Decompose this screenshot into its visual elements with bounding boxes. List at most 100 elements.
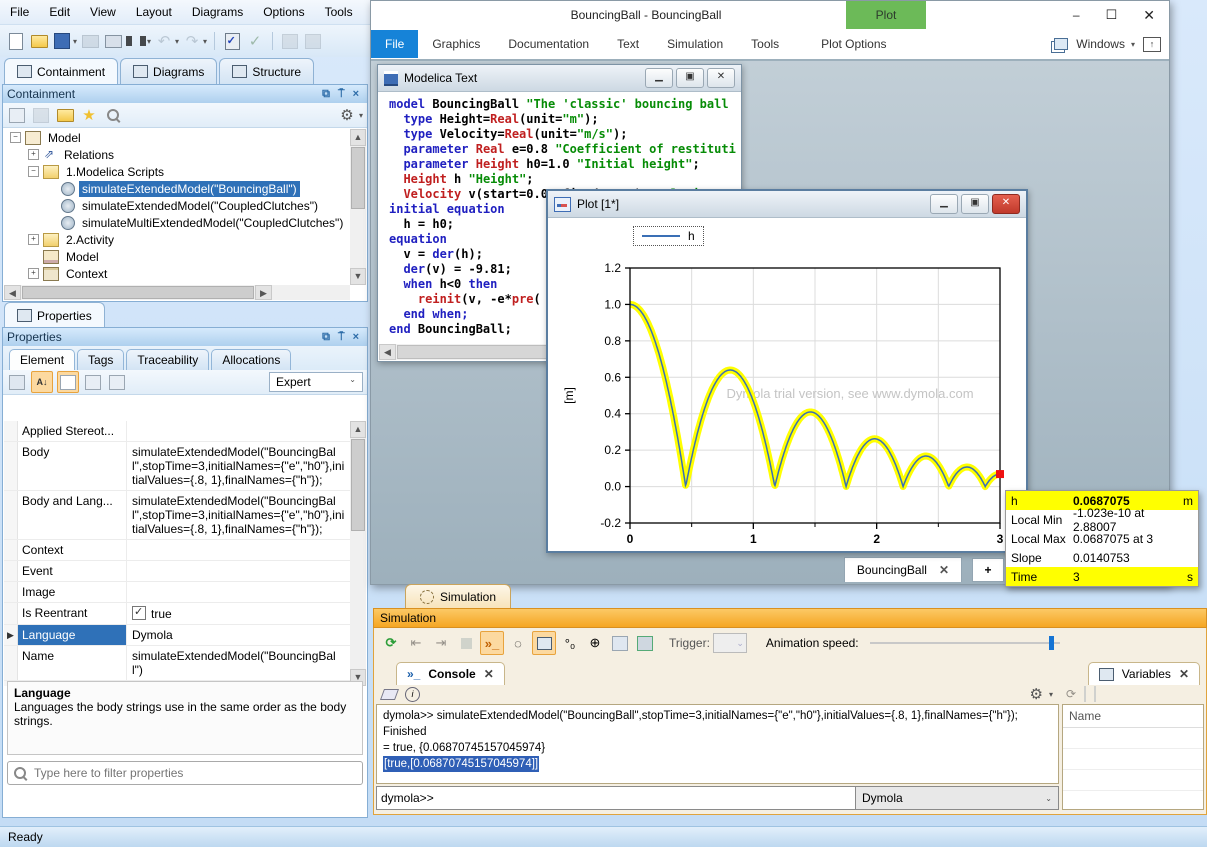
lock-icon[interactable]: ⊕ [584, 632, 606, 654]
plot-contextual-tab[interactable]: Plot [846, 1, 926, 29]
menu-item-options[interactable]: Options [253, 1, 314, 23]
tab-structure[interactable]: Structure [219, 58, 314, 84]
redo-dropdown-icon[interactable]: ▾ [203, 37, 207, 46]
menu-item-tools[interactable]: Tools [315, 1, 363, 23]
tree-item[interactable]: +Relations [4, 146, 350, 163]
mode-select[interactable]: Expert ⌄ [269, 372, 363, 392]
pin-panel-icon[interactable]: ⍑ [334, 88, 349, 101]
child-minimize-button[interactable]: ▁ [645, 68, 673, 88]
ribbon-tab-simulation[interactable]: Simulation [653, 30, 737, 58]
new-plot-tab-button[interactable]: + [972, 558, 1004, 582]
console-toggle-icon[interactable]: »_ [480, 631, 504, 655]
float-panel-icon[interactable]: ⧉ [318, 88, 334, 101]
property-row[interactable]: Context [4, 540, 350, 561]
trigger-select[interactable]: ⌄ [713, 633, 747, 653]
ribbon-tab-file[interactable]: File [371, 30, 418, 58]
tree-item[interactable]: simulateExtendedModel("BouncingBall") [4, 180, 350, 197]
ribbon-tab-plot-options[interactable]: Plot Options [807, 30, 900, 58]
save-dropdown-icon[interactable]: ▾ [73, 37, 77, 46]
menu-item-diagrams[interactable]: Diagrams [182, 1, 253, 23]
open-in-new-tree-icon[interactable] [55, 105, 75, 125]
variables-tree-icon[interactable] [532, 631, 556, 655]
stop-icon[interactable] [455, 632, 477, 654]
language-select[interactable]: Dymola ⌄ [856, 786, 1059, 810]
expand-icon[interactable]: + [28, 234, 39, 245]
property-row[interactable]: Image [4, 582, 350, 603]
subtab-element[interactable]: Element [9, 349, 75, 370]
checkbox-checked-icon[interactable] [132, 606, 146, 620]
plot-svg[interactable]: Dymola trial version, see www.dymola.com… [551, 218, 1019, 546]
filter-properties-input[interactable] [32, 765, 356, 781]
child-restore-button[interactable]: ▣ [676, 68, 704, 88]
property-row[interactable]: ▶LanguageDymola [4, 625, 350, 646]
step-over-icon[interactable]: ⇥ [430, 632, 452, 654]
animation-speed-slider[interactable] [870, 642, 1060, 644]
float-panel-icon[interactable]: ⧉ [318, 331, 334, 344]
tab-properties[interactable]: Properties [4, 302, 105, 328]
settings-gear-icon[interactable]: ◌ [507, 632, 529, 654]
properties-scrollbar[interactable]: ▲ ▼ [350, 421, 366, 686]
info-icon[interactable]: i [405, 687, 420, 702]
pin-panel-icon[interactable]: ⍑ [334, 331, 349, 344]
windows-dropdown-icon[interactable]: ▾ [1131, 40, 1135, 49]
sort-alphabetic-icon[interactable]: A↓ [31, 371, 53, 393]
redo-icon[interactable]: ↷ [182, 31, 202, 51]
tab-console[interactable]: »_ Console ✕ [396, 662, 505, 685]
expand-variables-icon[interactable] [1084, 687, 1086, 701]
run-simulation-icon[interactable]: ⟳ [380, 632, 402, 654]
variables-tab-close-icon[interactable]: ✕ [1179, 667, 1189, 681]
modelica-text-titlebar[interactable]: Modelica Text ▁ ▣ ✕ [378, 65, 741, 92]
plot-close-button[interactable]: ✕ [992, 194, 1020, 214]
tree-item[interactable]: simulateMultiExtendedModel("CoupledClutc… [4, 214, 350, 231]
find-icon[interactable] [126, 31, 146, 51]
find-dropdown-icon[interactable]: ▾ [147, 37, 151, 46]
subtab-allocations[interactable]: Allocations [211, 349, 291, 370]
menu-item-edit[interactable]: Edit [39, 1, 80, 23]
collapse-selected-icon[interactable] [31, 105, 51, 125]
print-icon[interactable] [80, 31, 100, 51]
breakpoints-icon[interactable]: °₀ [559, 632, 581, 654]
tab-simulation[interactable]: Simulation [405, 584, 511, 609]
ribbon-tab-tools[interactable]: Tools [737, 30, 793, 58]
plot-titlebar[interactable]: Plot [1*] ▁ ▣ ✕ [548, 191, 1026, 218]
favorites-star-icon[interactable]: ★ [79, 105, 99, 125]
property-row[interactable]: Event [4, 561, 350, 582]
collapse-variables-icon[interactable] [1094, 687, 1096, 701]
property-row[interactable]: Body and Lang...simulateExtendedModel("B… [4, 491, 350, 540]
clear-console-icon[interactable] [380, 689, 399, 700]
tree-item[interactable]: +Context [4, 265, 350, 282]
console-options-dropdown-icon[interactable]: ▾ [1049, 690, 1053, 699]
tree-item[interactable]: +2.Activity [4, 231, 350, 248]
tree-item[interactable]: simulateExtendedModel("CoupledClutches") [4, 197, 350, 214]
show-description-icon[interactable] [57, 371, 79, 393]
tree-search-icon[interactable] [103, 105, 123, 125]
tab-variables[interactable]: Variables ✕ [1088, 662, 1200, 685]
tree-item[interactable]: −1.Modelica Scripts [4, 163, 350, 180]
expand-icon[interactable]: + [28, 149, 39, 160]
property-row[interactable]: NamesimulateExtendedModel("BouncingBall"… [4, 646, 350, 681]
collab-update-icon[interactable] [303, 31, 323, 51]
categorized-view-icon[interactable] [7, 372, 27, 392]
step-into-icon[interactable]: ⇤ [405, 632, 427, 654]
export-results-icon[interactable] [634, 632, 656, 654]
tab-diagrams[interactable]: Diagrams [120, 58, 217, 84]
maximize-button[interactable]: ☐ [1106, 7, 1118, 23]
collapse-ribbon-icon[interactable]: ↑ [1143, 37, 1161, 52]
subtab-traceability[interactable]: Traceability [126, 349, 209, 370]
variables-table[interactable]: Name [1062, 704, 1204, 810]
child-close-button[interactable]: ✕ [707, 68, 735, 88]
property-row[interactable]: BodysimulateExtendedModel("BouncingBall"… [4, 442, 350, 491]
close-panel-icon[interactable]: × [349, 331, 363, 343]
collapse-icon[interactable]: − [28, 166, 39, 177]
property-row[interactable]: Is Reentranttrue [4, 603, 350, 625]
subtab-tags[interactable]: Tags [77, 349, 124, 370]
check-icon[interactable]: ✓ [245, 31, 265, 51]
print-preview-icon[interactable] [103, 31, 123, 51]
tree-item[interactable]: −Model [4, 129, 350, 146]
tree-vertical-scrollbar[interactable]: ▲ ▼ [350, 129, 366, 285]
collapse-properties-icon[interactable] [107, 372, 127, 392]
refresh-icon[interactable]: ⟳ [1066, 687, 1076, 701]
tree-horizontal-scrollbar[interactable]: ◀▶ [4, 285, 350, 300]
ribbon-tab-graphics[interactable]: Graphics [418, 30, 494, 58]
undo-icon[interactable]: ↶ [154, 31, 174, 51]
